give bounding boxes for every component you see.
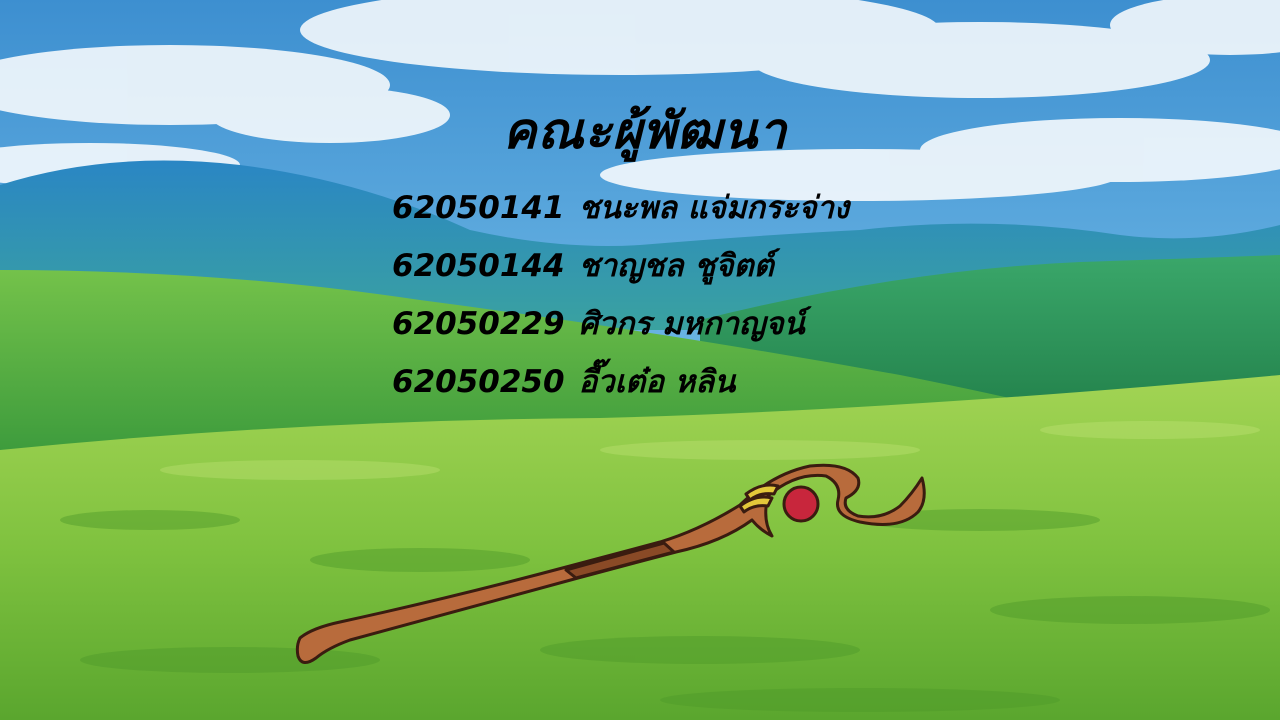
student-id: 62050144 xyxy=(392,248,565,284)
member-name: ชาญชล ชูจิตต์ xyxy=(578,248,774,284)
credit-row: 62050141 ชนะพล แจ่มกระจ่าง xyxy=(392,186,849,244)
student-id: 62050250 xyxy=(392,364,565,400)
member-name: ชนะพล แจ่มกระจ่าง xyxy=(578,190,850,226)
member-name: ศิวกร มหกาญจน์ xyxy=(578,306,805,342)
credit-row: 62050250 อี๊วเต๋อ หลิน xyxy=(392,360,849,418)
member-name: อี๊วเต๋อ หลิน xyxy=(578,364,736,400)
credits-title: คณะผู้พัฒนา xyxy=(502,102,788,160)
credit-row: 62050229 ศิวกร มหกาญจน์ xyxy=(392,302,849,360)
student-id: 62050229 xyxy=(392,306,565,342)
credits-list: 62050141 ชนะพล แจ่มกระจ่าง 62050144 ชาญชล … xyxy=(392,186,849,418)
student-id: 62050141 xyxy=(392,190,565,226)
credit-row: 62050144 ชาญชล ชูจิตต์ xyxy=(392,244,849,302)
